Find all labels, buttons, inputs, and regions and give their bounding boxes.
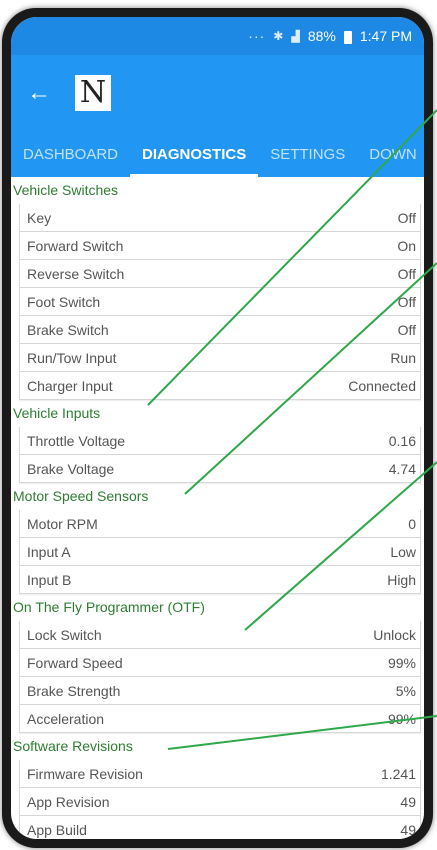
- item-label: Brake Voltage: [27, 460, 115, 477]
- list-item: Key Off: [19, 204, 421, 232]
- item-label: App Revision: [27, 793, 110, 810]
- item-value: Off: [397, 293, 416, 310]
- section-title-motor-speed-sensors: Motor Speed Sensors: [13, 488, 149, 504]
- list-item: Acceleration 99%: [19, 705, 421, 733]
- status-bar: ··· ✱ ▟ 88% 1:47 PM: [11, 17, 424, 55]
- item-value: 0.16: [388, 432, 416, 449]
- item-label: Acceleration: [27, 710, 105, 727]
- item-label: Throttle Voltage: [27, 432, 126, 449]
- list-item: Lock Switch Unlock: [19, 621, 421, 649]
- tab-diagnostics[interactable]: DIAGNOSTICS: [130, 131, 259, 177]
- list-item: Brake Switch Off: [19, 316, 421, 344]
- battery-icon: [343, 30, 352, 44]
- list-item: App Build 49: [19, 816, 421, 839]
- item-label: Key: [27, 209, 52, 226]
- app-logo: N: [75, 75, 111, 111]
- item-value: Off: [397, 321, 416, 338]
- list-item: Brake Voltage 4.74: [19, 455, 421, 483]
- item-label: Foot Switch: [27, 293, 101, 310]
- item-label: Forward Speed: [27, 654, 123, 671]
- item-value: 49: [400, 821, 416, 838]
- phone-frame: ··· ✱ ▟ 88% 1:47 PM ← N DASHBOARD DIAGNO…: [2, 8, 433, 848]
- item-value: 49: [400, 793, 416, 810]
- item-value: On: [397, 237, 416, 254]
- item-value: 99%: [387, 710, 416, 727]
- list-item: Input A Low: [19, 538, 421, 566]
- list-item: Forward Speed 99%: [19, 649, 421, 677]
- item-label: Motor RPM: [27, 515, 98, 532]
- item-label: App Build: [27, 821, 87, 838]
- list-item: Firmware Revision 1.241: [19, 760, 421, 788]
- item-value: 0: [408, 515, 416, 532]
- item-label: Charger Input: [27, 377, 113, 394]
- item-label: Brake Switch: [27, 321, 109, 338]
- section-title-vehicle-switches: Vehicle Switches: [13, 182, 119, 198]
- list-item: Foot Switch Off: [19, 288, 421, 316]
- item-value: Off: [397, 265, 416, 282]
- phone-screen: ··· ✱ ▟ 88% 1:47 PM ← N DASHBOARD DIAGNO…: [11, 17, 424, 839]
- section-title-otf: On The Fly Programmer (OTF): [13, 599, 205, 615]
- section-title-software-revisions: Software Revisions: [13, 738, 133, 754]
- list-item: Throttle Voltage 0.16: [19, 427, 421, 455]
- list-item: Brake Strength 5%: [19, 677, 421, 705]
- clock: 1:47 PM: [359, 28, 412, 44]
- diagnostics-list[interactable]: Vehicle Switches Key Off Forward Switch On…: [11, 177, 424, 839]
- signal-icon: ▟: [291, 30, 300, 43]
- list-item: Reverse Switch Off: [19, 260, 421, 288]
- item-label: Reverse Switch: [27, 265, 125, 282]
- item-value: 99%: [387, 654, 416, 671]
- section-title-vehicle-inputs: Vehicle Inputs: [13, 405, 101, 421]
- tab-dashboard[interactable]: DASHBOARD: [11, 131, 130, 177]
- item-value: High: [387, 571, 416, 588]
- tab-settings[interactable]: SETTINGS: [258, 131, 357, 177]
- item-label: Firmware Revision: [27, 765, 143, 782]
- bluetooth-icon: ✱: [273, 29, 284, 43]
- item-label: Brake Strength: [27, 682, 121, 699]
- item-value: Off: [397, 209, 416, 226]
- item-value: 1.241: [380, 765, 416, 782]
- item-value: Connected: [348, 377, 416, 394]
- tab-bar: DASHBOARD DIAGNOSTICS SETTINGS DOWN: [11, 131, 424, 177]
- item-label: Input A: [27, 543, 71, 560]
- list-item: Run/Tow Input Run: [19, 344, 421, 372]
- list-item: Input B High: [19, 566, 421, 594]
- notification-dots: ···: [248, 28, 266, 44]
- list-item: Forward Switch On: [19, 232, 421, 260]
- list-item: Charger Input Connected: [19, 372, 421, 400]
- logo-letter: N: [79, 75, 107, 110]
- list-item: Motor RPM 0: [19, 510, 421, 538]
- item-value: Unlock: [373, 626, 416, 643]
- item-label: Input B: [27, 571, 72, 588]
- tab-downloads[interactable]: DOWN: [357, 131, 424, 177]
- app-bar: ← N: [11, 55, 424, 131]
- item-value: 5%: [395, 682, 416, 699]
- item-label: Run/Tow Input: [27, 349, 117, 366]
- list-item: App Revision 49: [19, 788, 421, 816]
- item-value: Run: [390, 349, 416, 366]
- item-value: Low: [390, 543, 416, 560]
- item-label: Lock Switch: [27, 626, 102, 643]
- item-label: Forward Switch: [27, 237, 124, 254]
- battery-percent: 88%: [307, 28, 336, 44]
- item-value: 4.74: [388, 460, 416, 477]
- back-arrow-icon[interactable]: ←: [27, 79, 57, 107]
